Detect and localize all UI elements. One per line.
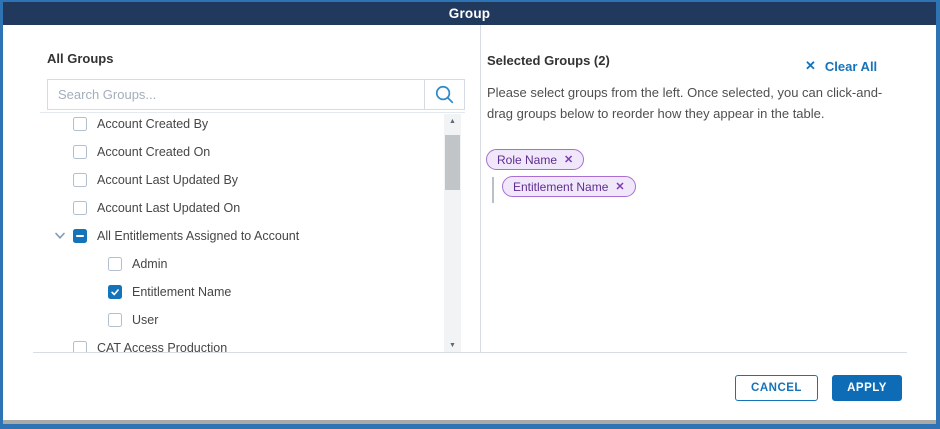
clear-all-x-icon: ✕: [805, 58, 816, 74]
checkbox-unchecked[interactable]: [73, 201, 87, 215]
group-row[interactable]: Account Last Updated By: [40, 170, 238, 190]
frame-border-top: [0, 0, 940, 2]
group-row-label: User: [132, 313, 158, 327]
group-row-label: Account Last Updated On: [97, 201, 240, 215]
groups-list-scrollbar[interactable]: ▲ ▼: [444, 114, 461, 352]
group-row-label: Entitlement Name: [132, 285, 231, 299]
group-row[interactable]: Admin: [40, 254, 167, 274]
selected-chip[interactable]: Entitlement Name ✕: [502, 176, 636, 197]
checkbox-unchecked[interactable]: [73, 145, 87, 159]
group-row-label: All Entitlements Assigned to Account: [97, 229, 299, 243]
search-groups-box: [47, 79, 465, 110]
frame-border-right: [936, 0, 940, 429]
scroll-up-icon[interactable]: ▲: [444, 114, 461, 129]
checkbox-unchecked[interactable]: [108, 257, 122, 271]
group-row[interactable]: Account Last Updated On: [40, 198, 240, 218]
chip-remove-icon[interactable]: ✕: [615, 180, 624, 193]
frame-border-left: [0, 0, 3, 429]
dialog-titlebar: Group: [3, 2, 936, 25]
group-row-label: Account Created On: [97, 145, 210, 159]
frame-border-bottom: [0, 424, 940, 429]
cancel-button[interactable]: CANCEL: [735, 375, 818, 401]
selected-chip[interactable]: Role Name ✕: [486, 149, 584, 170]
group-row-label: Admin: [132, 257, 167, 271]
checkbox-indeterminate[interactable]: [73, 229, 87, 243]
search-icon: [434, 84, 455, 105]
group-row[interactable]: User: [40, 310, 158, 330]
panel-divider: [480, 25, 481, 352]
chip-label: Role Name: [497, 153, 557, 167]
group-row-label: CAT Access Production: [97, 341, 227, 352]
all-groups-heading: All Groups: [47, 51, 113, 66]
clear-all-button[interactable]: ✕ Clear All: [805, 58, 877, 74]
checkbox-unchecked[interactable]: [108, 313, 122, 327]
footer-divider: [33, 352, 907, 353]
group-row[interactable]: Account Created On: [40, 142, 210, 162]
group-row[interactable]: Account Created By: [40, 114, 208, 134]
group-row-label: Account Last Updated By: [97, 173, 238, 187]
dialog-title: Group: [449, 6, 491, 21]
instructions-text: Please select groups from the left. Once…: [487, 82, 901, 124]
group-row[interactable]: CAT Access Production: [40, 338, 227, 352]
chevron-down-icon[interactable]: [53, 232, 67, 240]
checkbox-unchecked[interactable]: [73, 341, 87, 352]
selected-groups-heading: Selected Groups (2): [487, 53, 610, 68]
apply-button[interactable]: APPLY: [832, 375, 902, 401]
group-row[interactable]: All Entitlements Assigned to Account: [40, 226, 299, 246]
chip-remove-icon[interactable]: ✕: [564, 153, 573, 166]
scrollbar-thumb[interactable]: [445, 135, 460, 190]
clear-all-label: Clear All: [825, 59, 877, 74]
groups-list: Account Created By Account Created On Ac…: [40, 112, 465, 352]
group-row-label: Account Created By: [97, 117, 208, 131]
chip-indent-line: [492, 177, 494, 203]
search-input[interactable]: [48, 80, 424, 109]
group-row[interactable]: Entitlement Name: [40, 282, 231, 302]
checkbox-checked[interactable]: [108, 285, 122, 299]
checkbox-unchecked[interactable]: [73, 117, 87, 131]
checkbox-unchecked[interactable]: [73, 173, 87, 187]
chip-label: Entitlement Name: [513, 180, 608, 194]
group-dialog: Group All Groups Account Created By Acco…: [0, 0, 940, 429]
scroll-down-icon[interactable]: ▼: [444, 338, 461, 352]
search-button[interactable]: [424, 80, 464, 109]
